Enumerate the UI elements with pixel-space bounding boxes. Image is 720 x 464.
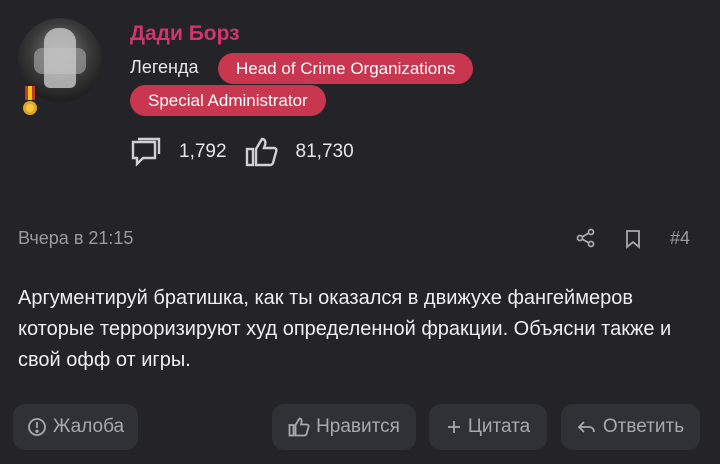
reply-icon: [577, 421, 595, 433]
user-badge-special-admin: Special Administrator: [130, 85, 326, 116]
quote-label: Цитата: [467, 416, 531, 437]
share-icon[interactable]: [576, 228, 596, 248]
messages-icon: [131, 137, 161, 167]
post-date[interactable]: Вчера в 21:15: [18, 228, 133, 249]
post-number[interactable]: #4: [670, 228, 690, 249]
user-title: Легенда: [130, 57, 199, 77]
plus-icon: [447, 421, 460, 433]
report-button[interactable]: Жалоба: [13, 404, 138, 450]
like-button[interactable]: Нравится: [272, 404, 416, 450]
quote-button[interactable]: Цитата: [429, 404, 547, 450]
user-stats: 1,792 81,730: [130, 136, 354, 168]
likes-icon: [245, 137, 278, 167]
likes-count: 81,730: [295, 141, 354, 162]
post-message: Аргументируй братишка, как ты оказался в…: [18, 287, 672, 371]
reply-label: Ответить: [602, 416, 685, 437]
bookmark-icon[interactable]: [624, 229, 642, 249]
like-icon: [288, 417, 310, 437]
report-label: Жалоба: [52, 416, 125, 437]
report-icon: [27, 418, 46, 436]
like-label: Нравится: [316, 416, 400, 437]
messages-count: 1,792: [179, 141, 227, 162]
medal-icon: [23, 86, 37, 115]
user-badge-head-of-crime: Head of Crime Organizations: [218, 53, 474, 84]
reply-button[interactable]: Ответить: [561, 404, 700, 450]
username[interactable]: Дади Борз: [130, 22, 240, 46]
